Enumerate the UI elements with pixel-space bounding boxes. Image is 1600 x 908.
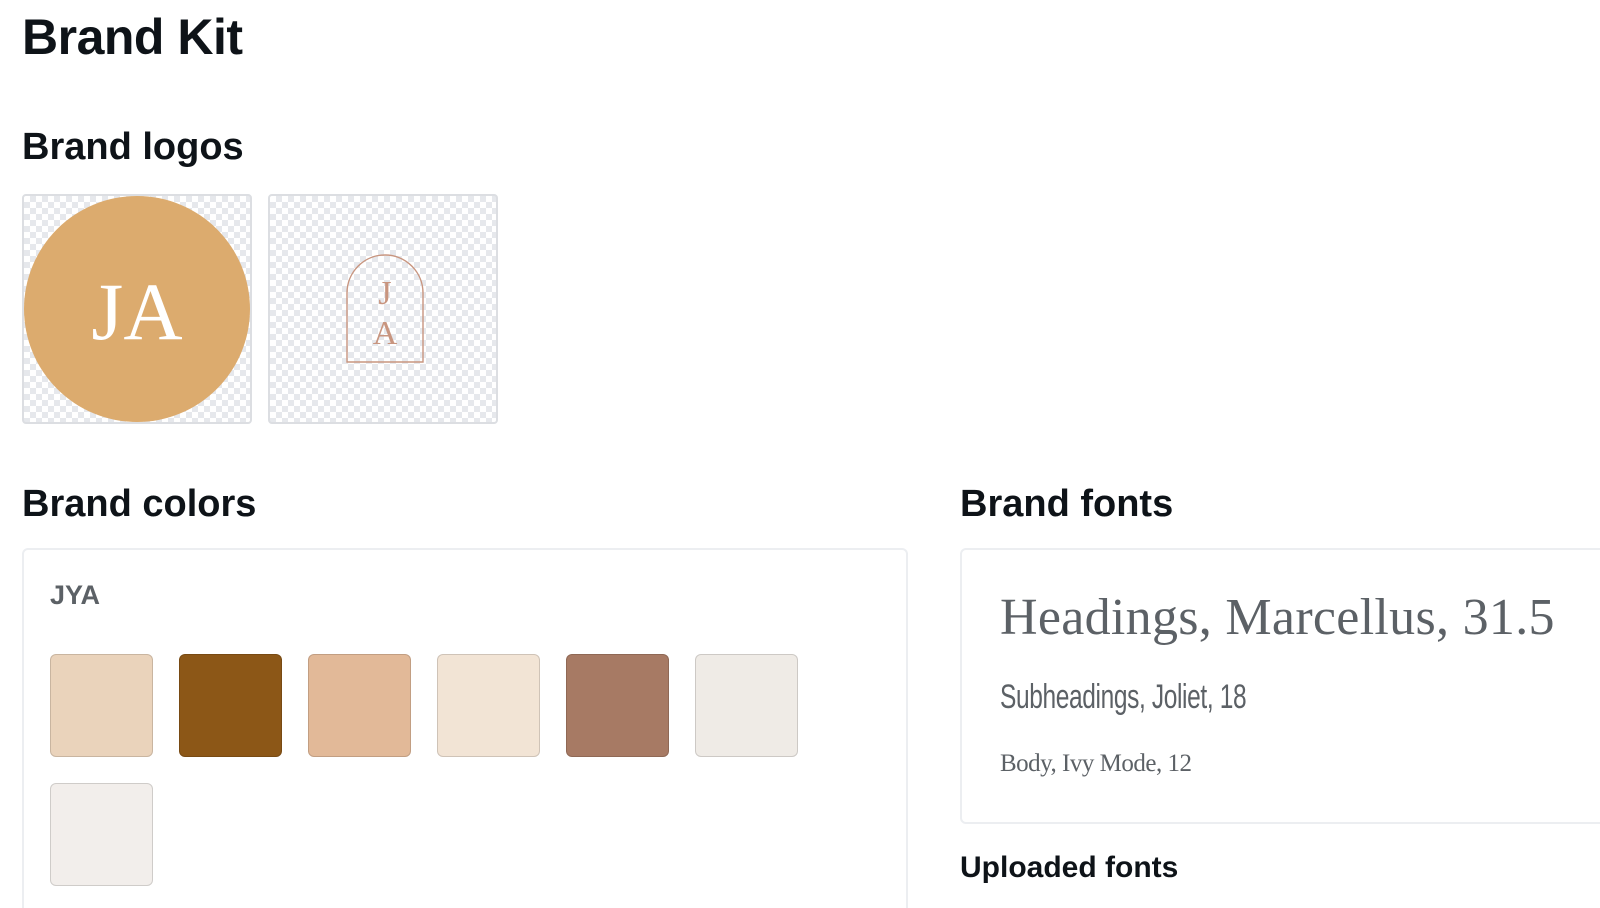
uploaded-fonts-heading: Uploaded fonts <box>960 851 1179 884</box>
font-heading-sample[interactable]: Headings, Marcellus, 31.5 <box>1000 588 1555 647</box>
color-swatch[interactable] <box>695 654 798 757</box>
color-swatch[interactable] <box>308 654 411 757</box>
brand-colors-heading: Brand colors <box>22 483 257 525</box>
color-swatch[interactable] <box>50 654 153 757</box>
font-body-sample[interactable]: Body, Ivy Mode, 12 <box>1000 750 1192 778</box>
logo-tile-circle[interactable]: JA <box>22 194 252 424</box>
logo-monogram-text: JA <box>91 266 182 357</box>
color-swatch[interactable] <box>179 654 282 757</box>
ja-arch-logo-icon: J A <box>346 254 424 363</box>
page-title: Brand Kit <box>22 9 243 65</box>
color-swatch[interactable] <box>437 654 540 757</box>
brand-fonts-panel: Headings, Marcellus, 31.5 Subheadings, J… <box>960 548 1600 824</box>
color-swatch[interactable] <box>566 654 669 757</box>
color-swatch-list <box>50 654 870 886</box>
logo-tile-arch[interactable]: J A <box>268 194 498 424</box>
brand-fonts-heading: Brand fonts <box>960 483 1174 525</box>
ja-circle-logo-icon: JA <box>24 196 250 422</box>
brand-kit-page: Brand Kit Brand logos JA J A Brand color… <box>0 0 1600 908</box>
brand-logos-heading: Brand logos <box>22 126 244 168</box>
palette-name: JYA <box>50 580 101 610</box>
logo-letter-j: J <box>378 275 391 312</box>
logo-letter-a: A <box>373 315 398 352</box>
font-subheading-sample[interactable]: Subheadings, Joliet, 18 <box>1000 678 1247 717</box>
color-swatch[interactable] <box>50 783 153 886</box>
brand-colors-panel: JYA <box>22 548 908 908</box>
